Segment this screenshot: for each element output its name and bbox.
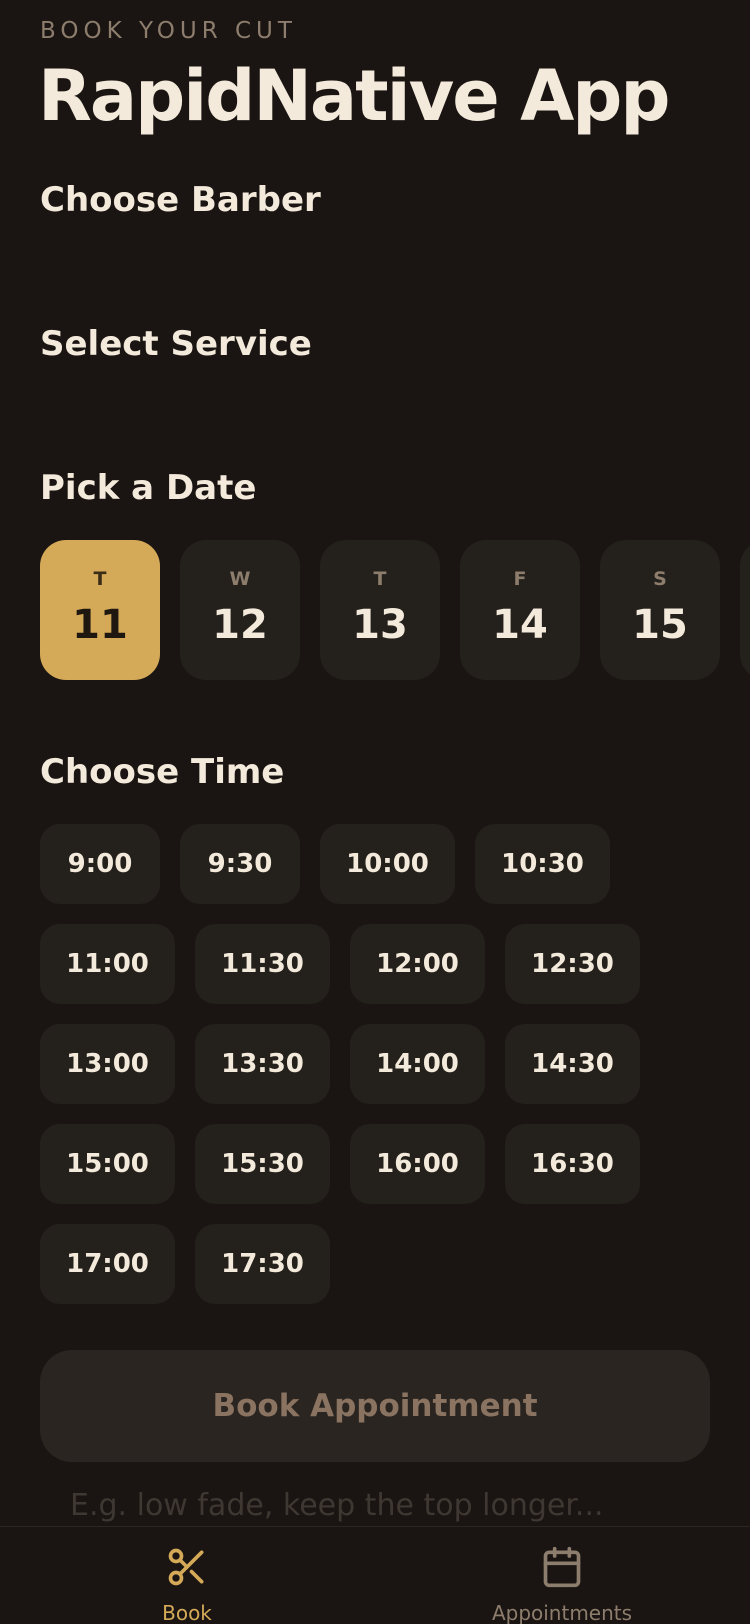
section-title-pick-date: Pick a Date (40, 468, 257, 508)
date-picker-row[interactable]: T 11 W 12 T 13 F 14 S 15 (40, 540, 750, 682)
time-slot-button[interactable]: 10:00 (320, 824, 455, 904)
app-title: RapidNative App (38, 55, 670, 137)
notes-input[interactable] (70, 1480, 710, 1530)
time-slot-button[interactable]: 12:30 (505, 924, 640, 1004)
section-title-select-service: Select Service (40, 324, 312, 364)
book-appointment-button[interactable]: Book Appointment (40, 1350, 710, 1462)
tab-label: Appointments (491, 1601, 633, 1624)
time-slot-button[interactable]: 14:00 (350, 1024, 485, 1104)
time-slot-button[interactable]: 14:30 (505, 1024, 640, 1104)
time-slot-button[interactable]: 13:30 (195, 1024, 330, 1104)
time-slot-button[interactable]: 12:00 (350, 924, 485, 1004)
section-title-choose-time: Choose Time (40, 752, 285, 792)
calendar-icon (543, 1546, 581, 1588)
time-slot-button[interactable]: 10:30 (475, 824, 610, 904)
date-weekday: F (513, 568, 527, 590)
date-weekday: S (653, 568, 667, 590)
date-card[interactable]: S 15 (600, 540, 720, 680)
date-day-number: 13 (352, 602, 408, 648)
section-title-choose-barber: Choose Barber (40, 180, 321, 220)
date-card[interactable]: T 11 (40, 540, 160, 680)
date-card[interactable]: W 12 (180, 540, 300, 680)
time-slot-button[interactable]: 16:30 (505, 1124, 640, 1204)
tab-book[interactable]: Book (57, 1527, 317, 1624)
bottom-tab-bar: Book Appointments (0, 1526, 750, 1624)
date-weekday: T (93, 568, 107, 590)
time-slot-button[interactable]: 11:30 (195, 924, 330, 1004)
date-card-partial[interactable] (740, 540, 750, 680)
time-slot-button[interactable]: 13:00 (40, 1024, 175, 1104)
time-slot-button[interactable]: 15:30 (195, 1124, 330, 1204)
time-slot-button[interactable]: 15:00 (40, 1124, 175, 1204)
time-slot-button[interactable]: 16:00 (350, 1124, 485, 1204)
tab-label: Book (162, 1601, 212, 1624)
eyebrow-label: BOOK YOUR CUT (40, 18, 297, 44)
date-day-number: 15 (632, 602, 688, 648)
date-day-number: 14 (492, 602, 548, 648)
time-slot-button[interactable]: 17:30 (195, 1224, 330, 1304)
time-slot-button[interactable]: 17:00 (40, 1224, 175, 1304)
date-card[interactable]: T 13 (320, 540, 440, 680)
date-card[interactable]: F 14 (460, 540, 580, 680)
scissors-icon (168, 1548, 204, 1586)
time-slot-button[interactable]: 9:00 (40, 824, 160, 904)
tab-appointments[interactable]: Appointments (432, 1527, 692, 1624)
date-weekday: W (229, 568, 251, 590)
date-day-number: 12 (212, 602, 268, 648)
date-day-number: 11 (72, 602, 128, 648)
time-slot-button[interactable]: 9:30 (180, 824, 300, 904)
time-slot-button[interactable]: 11:00 (40, 924, 175, 1004)
date-weekday: T (373, 568, 387, 590)
booking-screen: BOOK YOUR CUT RapidNative App Choose Bar… (0, 0, 750, 1624)
